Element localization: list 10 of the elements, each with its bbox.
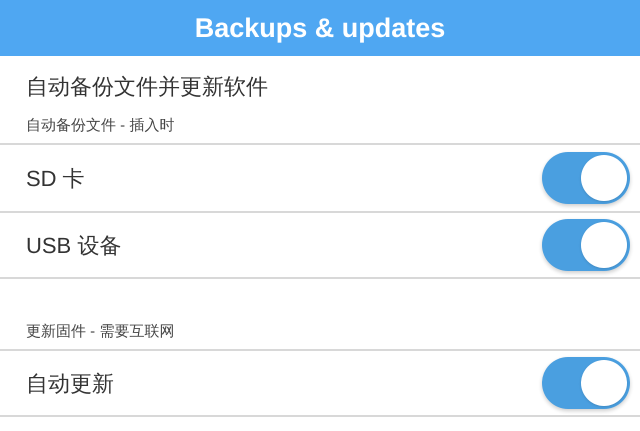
section-subtitle: 自动备份文件 - 插入时 (26, 116, 176, 136)
setting-label: USB 设备 (26, 232, 122, 260)
toggle-switch[interactable] (542, 357, 630, 409)
toggle-switch[interactable] (542, 152, 630, 204)
section-subtitle: 更新固件 - 需要互联网 (26, 322, 176, 342)
toggle-switch[interactable] (542, 219, 630, 271)
setting-label: SD 卡 (26, 164, 85, 192)
page-title: Backups & updates (194, 12, 446, 45)
setting-label: 自动更新 (26, 370, 114, 398)
section-title: 自动备份文件并更新软件 (26, 72, 269, 100)
